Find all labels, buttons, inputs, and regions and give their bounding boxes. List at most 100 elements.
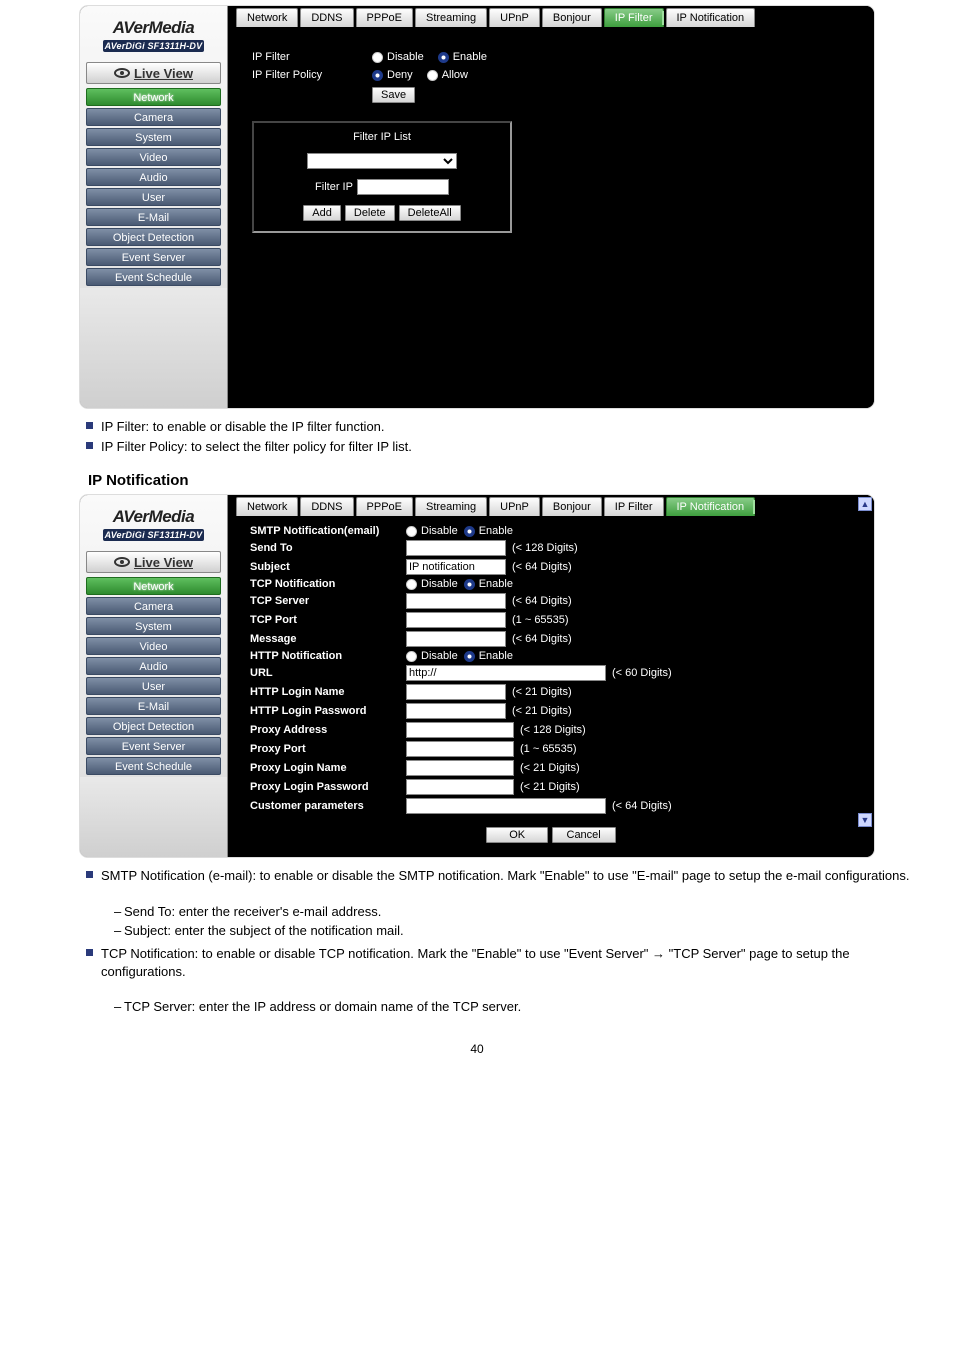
tab-ip-filter[interactable]: IP Filter	[604, 8, 664, 27]
subpoint: –TCP Server: enter the IP address or dom…	[114, 997, 924, 1017]
bullet-icon	[86, 871, 93, 878]
content-panel: Network DDNS PPPoE Streaming UPnP Bonjou…	[228, 495, 874, 857]
tab-network[interactable]: Network	[236, 8, 298, 27]
sidebar-item-object-detection[interactable]: Object Detection	[86, 228, 221, 246]
hint: (< 60 Digits)	[612, 667, 672, 679]
sidebar-item-event-server[interactable]: Event Server	[86, 248, 221, 266]
sidebar-item-camera[interactable]: Camera	[86, 108, 221, 126]
proxy-addr-input[interactable]	[406, 722, 514, 738]
cancel-button[interactable]: Cancel	[552, 827, 616, 843]
cust-param-input[interactable]	[406, 798, 606, 814]
sidebar-item-user[interactable]: User	[86, 677, 221, 695]
message-input[interactable]	[406, 631, 506, 647]
proxy-login-input[interactable]	[406, 760, 514, 776]
tab-bonjour[interactable]: Bonjour	[542, 8, 602, 27]
scroll-up-icon[interactable]: ▲	[858, 497, 872, 511]
sidebar-item-audio[interactable]: Audio	[86, 168, 221, 186]
policy-deny-option[interactable]: Deny	[372, 69, 413, 81]
brand: AVerMedia AVerDiGi SF1311H-DV	[80, 12, 227, 56]
sidebar-item-network[interactable]: Network	[86, 577, 221, 595]
sidebar-item-event-schedule[interactable]: Event Schedule	[86, 268, 221, 286]
sidebar: AVerMedia AVerDiGi SF1311H-DV Live View …	[80, 6, 228, 408]
tcp-disable-option[interactable]: Disable	[406, 578, 458, 590]
brand-sub: AVerDiGi SF1311H-DV	[103, 529, 205, 541]
smtp-enable-option[interactable]: Enable	[464, 525, 513, 537]
live-view-label: Live View	[134, 555, 193, 570]
sidebar-item-video[interactable]: Video	[86, 148, 221, 166]
proxy-pw-label: Proxy Login Password	[250, 781, 406, 793]
page-number: 40	[30, 1042, 924, 1056]
http-pw-input[interactable]	[406, 703, 506, 719]
sidebar-item-email[interactable]: E-Mail	[86, 697, 221, 715]
tab-network[interactable]: Network	[236, 497, 298, 516]
hint: (< 64 Digits)	[512, 633, 572, 645]
tabs: Network DDNS PPPoE Streaming UPnP Bonjou…	[228, 495, 874, 516]
sidebar-item-network[interactable]: Network	[86, 88, 221, 106]
sidebar-item-email[interactable]: E-Mail	[86, 208, 221, 226]
sidebar-item-audio[interactable]: Audio	[86, 657, 221, 675]
section-heading: IP Notification	[88, 472, 924, 489]
ip-filter-enable-option[interactable]: Enable	[438, 51, 487, 63]
deleteall-button[interactable]: DeleteAll	[399, 205, 461, 221]
hint: (< 21 Digits)	[520, 781, 580, 793]
http-disable-option[interactable]: Disable	[406, 650, 458, 662]
tab-upnp[interactable]: UPnP	[489, 8, 540, 27]
subpoint: –Send To: enter the receiver's e-mail ad…	[114, 902, 924, 922]
url-input[interactable]	[406, 665, 606, 681]
tab-ddns[interactable]: DDNS	[300, 8, 353, 27]
scroll-down-icon[interactable]: ▼	[858, 813, 872, 827]
eye-icon	[114, 68, 130, 78]
sidebar-item-event-schedule[interactable]: Event Schedule	[86, 757, 221, 775]
proxy-port-label: Proxy Port	[250, 743, 406, 755]
sidebar-item-system[interactable]: System	[86, 128, 221, 146]
ip-filter-disable-option[interactable]: Disable	[372, 51, 424, 63]
policy-allow-option[interactable]: Allow	[427, 69, 468, 81]
live-view-button[interactable]: Live View	[86, 62, 221, 84]
filter-ip-input[interactable]	[357, 179, 449, 195]
sidebar-item-video[interactable]: Video	[86, 637, 221, 655]
tcp-enable-option[interactable]: Enable	[464, 578, 513, 590]
smtp-disable-option[interactable]: Disable	[406, 525, 458, 537]
tab-streaming[interactable]: Streaming	[415, 8, 487, 27]
hint: (< 21 Digits)	[520, 762, 580, 774]
sidebar-item-user[interactable]: User	[86, 188, 221, 206]
subject-input[interactable]	[406, 559, 506, 575]
tcp-server-input[interactable]	[406, 593, 506, 609]
sidebar-item-camera[interactable]: Camera	[86, 597, 221, 615]
sidebar-item-event-server[interactable]: Event Server	[86, 737, 221, 755]
hint: (< 21 Digits)	[512, 705, 572, 717]
bullet-icon	[86, 949, 93, 956]
save-button[interactable]: Save	[372, 87, 415, 103]
filter-ip-list-select[interactable]	[307, 153, 457, 169]
brand-main: AVerMedia	[84, 18, 223, 38]
http-enable-option[interactable]: Enable	[464, 650, 513, 662]
sidebar-item-object-detection[interactable]: Object Detection	[86, 717, 221, 735]
tab-streaming[interactable]: Streaming	[415, 497, 487, 516]
tab-bonjour[interactable]: Bonjour	[542, 497, 602, 516]
tab-pppoe[interactable]: PPPoE	[356, 8, 413, 27]
http-login-input[interactable]	[406, 684, 506, 700]
hint: (< 21 Digits)	[512, 686, 572, 698]
send-to-input[interactable]	[406, 540, 506, 556]
hint: (1 ~ 65535)	[512, 614, 569, 626]
bullet-icon	[86, 442, 93, 449]
tab-upnp[interactable]: UPnP	[489, 497, 540, 516]
proxy-pw-input[interactable]	[406, 779, 514, 795]
tcp-port-input[interactable]	[406, 612, 506, 628]
live-view-button[interactable]: Live View	[86, 551, 221, 573]
add-button[interactable]: Add	[303, 205, 341, 221]
hint: (< 128 Digits)	[512, 542, 578, 554]
proxy-port-input[interactable]	[406, 741, 514, 757]
tab-ddns[interactable]: DDNS	[300, 497, 353, 516]
delete-button[interactable]: Delete	[345, 205, 395, 221]
tab-pppoe[interactable]: PPPoE	[356, 497, 413, 516]
sidebar-item-system[interactable]: System	[86, 617, 221, 635]
tab-ip-filter[interactable]: IP Filter	[604, 497, 664, 516]
tab-ip-notification[interactable]: IP Notification	[666, 8, 756, 27]
screenshot-ip-filter: AVerMedia AVerDiGi SF1311H-DV Live View …	[80, 6, 874, 408]
subpoint: –Subject: enter the subject of the notif…	[114, 921, 924, 941]
http-login-label: HTTP Login Name	[250, 686, 406, 698]
ok-button[interactable]: OK	[486, 827, 548, 843]
tab-ip-notification[interactable]: IP Notification	[666, 497, 756, 516]
brand-main: AVerMedia	[84, 507, 223, 527]
